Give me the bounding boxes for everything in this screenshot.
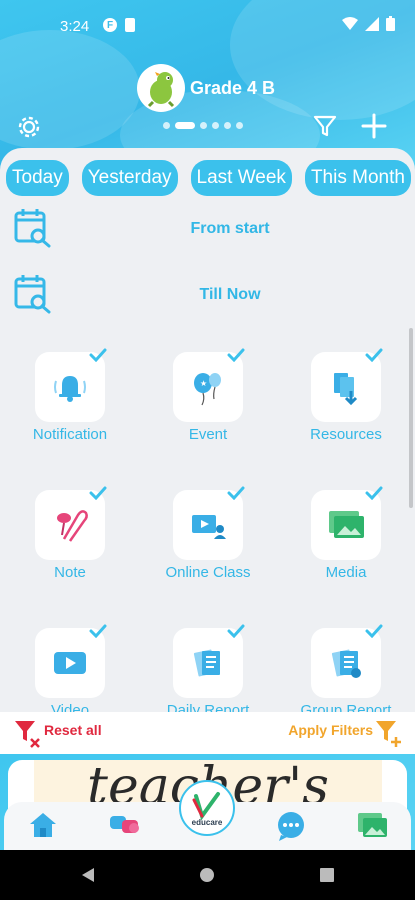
checkmark-icon (89, 624, 107, 638)
page-dot[interactable] (175, 122, 195, 129)
tile-label: Media (325, 564, 367, 581)
checkmark-icon (89, 486, 107, 500)
tile-daily-report[interactable]: Daily Report (138, 624, 278, 714)
checkmark-icon (89, 348, 107, 362)
checkmark-icon (365, 486, 383, 500)
educare-logo[interactable]: educare (179, 780, 235, 836)
educare-logo-mark: educare (192, 792, 223, 827)
apply-filters-label: Apply Filters (288, 722, 373, 738)
to-date-row[interactable]: Till Now (0, 270, 415, 320)
tile-label: Online Class (165, 564, 251, 581)
balloons-icon: ★ (194, 373, 221, 406)
from-date-label: From start (190, 220, 270, 237)
svg-text:educare: educare (192, 818, 223, 827)
group-report-icon (331, 649, 361, 678)
filter-clear-icon (15, 721, 40, 748)
pin-paperclip-icon (57, 510, 88, 542)
groups-icon[interactable] (108, 810, 144, 840)
recents-icon[interactable] (319, 867, 335, 883)
page-indicator (163, 122, 243, 129)
signal-icon (365, 16, 379, 31)
settings-gear-icon[interactable] (16, 114, 42, 140)
chip-last-week[interactable]: Last Week (190, 160, 292, 196)
checkmark-icon (365, 624, 383, 638)
date-chip-row: Today Yesterday Last Week This Month (6, 160, 411, 196)
to-date-label: Till Now (199, 286, 261, 303)
tile-label: Notification (32, 426, 108, 443)
tile-group-report[interactable]: Group Report (276, 624, 415, 714)
report-icon (193, 649, 220, 677)
tile-label: Event (188, 426, 228, 443)
gallery-icon[interactable] (356, 810, 390, 840)
dinosaur-icon (147, 72, 175, 108)
sd-card-icon (125, 18, 135, 32)
page-dot[interactable] (212, 122, 219, 129)
tile-event[interactable]: ★ Event (138, 348, 278, 468)
wifi-icon (342, 16, 358, 30)
chat-icon[interactable] (275, 810, 307, 842)
reset-all-label: Reset all (44, 722, 102, 738)
filter-add-icon (376, 721, 401, 747)
home-button-icon[interactable] (199, 867, 215, 883)
bell-icon (54, 376, 86, 402)
filter-action-bar: Reset all Apply Filters (0, 712, 415, 754)
chip-yesterday[interactable]: Yesterday (81, 160, 178, 196)
chip-this-month[interactable]: This Month (304, 160, 411, 196)
tile-notification[interactable]: Notification (0, 348, 140, 468)
battery-icon (386, 16, 395, 31)
system-nav-bar (0, 850, 415, 900)
svg-text:★: ★ (200, 379, 207, 388)
tile-resources[interactable]: Resources (276, 348, 415, 468)
apply-filters-button[interactable]: Apply Filters (288, 718, 403, 748)
class-avatar[interactable] (137, 64, 185, 112)
from-date-row[interactable]: From start (0, 204, 415, 254)
home-icon[interactable] (28, 810, 58, 840)
page-dot[interactable] (163, 122, 170, 129)
images-icon (329, 511, 364, 538)
tile-label: Resources (310, 426, 382, 443)
filter-icon[interactable] (313, 114, 337, 138)
tile-label: Note (54, 564, 86, 581)
checkmark-icon (227, 624, 245, 638)
bottom-area: teacher's educare (0, 754, 415, 850)
video-lesson-icon (192, 515, 226, 539)
tile-media[interactable]: Media (276, 486, 415, 606)
play-icon (54, 652, 86, 674)
page-dot[interactable] (200, 122, 207, 129)
tile-online-class[interactable]: Online Class (138, 486, 278, 606)
download-files-icon (334, 373, 358, 406)
back-icon[interactable] (80, 867, 96, 883)
scrollbar[interactable] (409, 328, 413, 508)
app-notification-icon: F (103, 18, 117, 32)
page-dot[interactable] (224, 122, 231, 129)
filter-panel: Today Yesterday Last Week This Month Fro… (0, 148, 415, 714)
class-title: Grade 4 B (190, 78, 276, 98)
tile-note[interactable]: Note (0, 486, 140, 606)
reset-all-button[interactable]: Reset all (14, 718, 102, 748)
chip-today[interactable]: Today (6, 160, 69, 196)
checkmark-icon (227, 348, 245, 362)
checkmark-icon (365, 348, 383, 362)
status-time: 3:24 (60, 18, 90, 35)
tile-video[interactable]: Video (0, 624, 140, 714)
status-bar: 3:24 F (0, 0, 415, 50)
add-icon[interactable] (361, 113, 387, 139)
page-dot[interactable] (236, 122, 243, 129)
header: 3:24 F Grade 4 B (0, 0, 415, 170)
checkmark-icon (227, 486, 245, 500)
